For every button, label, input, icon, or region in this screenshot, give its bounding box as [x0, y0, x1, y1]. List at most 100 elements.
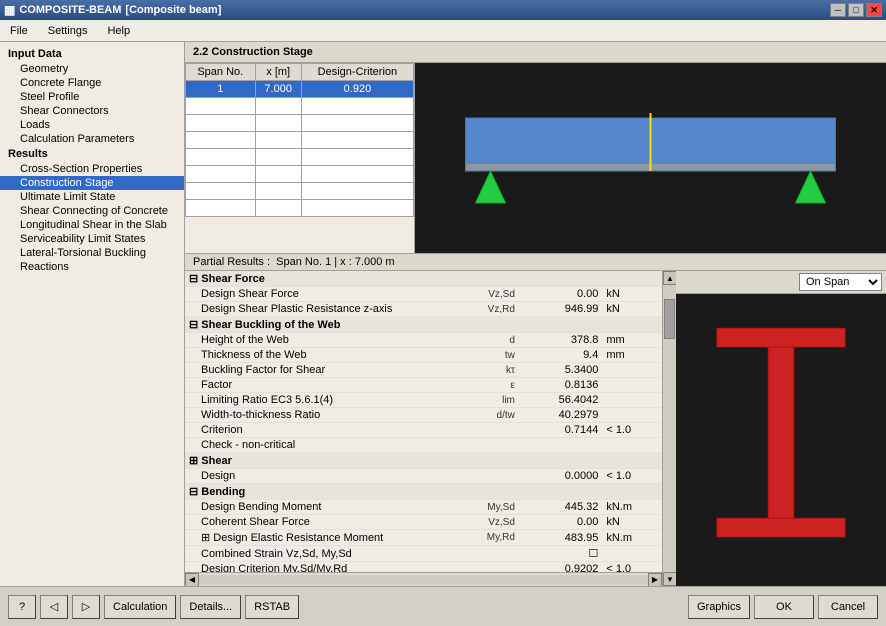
- unit-cell-5: mm: [602, 348, 662, 363]
- vertical-scrollbar[interactable]: ▲ ▼: [662, 271, 676, 586]
- symbol-cell-15: My,Sd: [447, 500, 519, 515]
- value-cell-2: 946.99: [519, 302, 602, 317]
- minimize-button[interactable]: ─: [830, 3, 846, 17]
- ok-button[interactable]: OK: [754, 595, 814, 619]
- scroll-thumb[interactable]: [664, 299, 675, 339]
- scroll-track-horizontal[interactable]: [199, 575, 648, 585]
- beam-visualization: [415, 63, 886, 253]
- menu-file[interactable]: File: [4, 23, 34, 39]
- horizontal-scrollbar[interactable]: ◀ ▶: [185, 572, 662, 586]
- sidebar-item-shear-connectors[interactable]: Shear Connectors: [0, 104, 184, 118]
- scroll-up-arrow[interactable]: ▲: [663, 271, 676, 285]
- on-span-dropdown[interactable]: On Span On Support: [799, 273, 882, 291]
- cell-span-no: 1: [186, 81, 256, 98]
- cancel-button[interactable]: Cancel: [818, 595, 878, 619]
- maximize-button[interactable]: □: [848, 3, 864, 17]
- sidebar-item-geometry[interactable]: Geometry: [0, 62, 184, 76]
- unit-cell-4: mm: [602, 333, 662, 348]
- partial-results-header: Partial Results : Span No. 1 | x : 7.000…: [185, 253, 886, 271]
- unit-cell-1: kN: [602, 287, 662, 302]
- unit-cell-6: [602, 363, 662, 378]
- sidebar-item-construction-stage[interactable]: Construction Stage: [0, 176, 184, 190]
- unit-cell-10: < 1.0: [602, 423, 662, 438]
- sidebar-item-shear-connecting[interactable]: Shear Connecting of Concrete: [0, 204, 184, 218]
- label-cell-11: Check - non-critical: [185, 438, 447, 453]
- unit-cell-18: [602, 546, 662, 562]
- label-cell-18: Combined Strain Vz,Sd, My,Sd: [185, 546, 447, 562]
- cell-criterion: 0.920: [301, 81, 413, 98]
- symbol-cell-10: [447, 423, 519, 438]
- symbol-cell-16: Vz,Sd: [447, 515, 519, 530]
- menu-settings[interactable]: Settings: [42, 23, 94, 39]
- content-area: Input Data Geometry Concrete Flange Stee…: [0, 42, 886, 586]
- help-button[interactable]: ?: [8, 595, 36, 619]
- result-row-10: Criterion 0.7144 < 1.0: [185, 423, 662, 438]
- symbol-cell-19: [447, 562, 519, 573]
- sidebar-item-steel-profile[interactable]: Steel Profile: [0, 90, 184, 104]
- sidebar-item-reactions[interactable]: Reactions: [0, 260, 184, 274]
- span-table: Span No. x [m] Design-Criterion 1 7.000 …: [185, 63, 415, 253]
- sidebar-item-cross-section[interactable]: Cross-Section Properties: [0, 162, 184, 176]
- footer: ? ◁ ▷ Calculation Details... RSTAB Graph…: [0, 586, 886, 626]
- value-cell-9: 40.2979: [519, 408, 602, 423]
- scroll-down-arrow[interactable]: ▼: [663, 572, 676, 586]
- table-row[interactable]: 1 7.000 0.920: [186, 81, 414, 98]
- title-bar: ▦ COMPOSITE-BEAM [Composite beam] ─ □ ✕: [0, 0, 886, 20]
- label-cell-6: Buckling Factor for Shear: [185, 363, 447, 378]
- input-section-header: Input Data: [0, 46, 184, 62]
- table-row-empty-4: [186, 149, 414, 166]
- close-button[interactable]: ✕: [866, 3, 882, 17]
- back-button[interactable]: ◁: [40, 595, 68, 619]
- value-cell-15: 445.32: [519, 500, 602, 515]
- app-window: ▦ COMPOSITE-BEAM [Composite beam] ─ □ ✕ …: [0, 0, 886, 626]
- sidebar-item-calc-params[interactable]: Calculation Parameters: [0, 132, 184, 146]
- window-title: [Composite beam]: [125, 4, 221, 16]
- forward-button[interactable]: ▷: [72, 595, 100, 619]
- app-icon: ▦: [4, 3, 15, 17]
- results-scroll-area[interactable]: ⊟ Shear Force Design Shear Force Vz,Sd 0…: [185, 271, 662, 572]
- rstab-button[interactable]: RSTAB: [245, 595, 299, 619]
- partial-results-span-info: Span No. 1 | x : 7.000 m: [276, 256, 394, 268]
- graphics-button[interactable]: Graphics: [688, 595, 750, 619]
- title-bar-controls: ─ □ ✕: [830, 3, 882, 17]
- symbol-cell-1: Vz,Sd: [447, 287, 519, 302]
- result-row-5: Thickness of the Web tw 9.4 mm: [185, 348, 662, 363]
- scroll-track-vertical[interactable]: [663, 285, 676, 572]
- menu-help[interactable]: Help: [101, 23, 136, 39]
- top-content: Span No. x [m] Design-Criterion 1 7.000 …: [185, 63, 886, 253]
- section-header-12[interactable]: ⊞ Shear: [185, 453, 662, 469]
- result-row-4: Height of the Web d 378.8 mm: [185, 333, 662, 348]
- result-row-6: Buckling Factor for Shear kτ 5.3400: [185, 363, 662, 378]
- section-header-0[interactable]: ⊟ Shear Force: [185, 271, 662, 287]
- symbol-cell-17: My,Rd: [447, 530, 519, 546]
- unit-cell-8: [602, 393, 662, 408]
- table-row-empty-6: [186, 183, 414, 200]
- main-content: Input Data Geometry Concrete Flange Stee…: [0, 42, 886, 626]
- sidebar-item-lateral-torsional[interactable]: Lateral-Torsional Buckling: [0, 246, 184, 260]
- symbol-cell-11: [447, 438, 519, 453]
- on-span-row: On Span On Support: [676, 271, 886, 294]
- results-inner: ⊟ Shear Force Design Shear Force Vz,Sd 0…: [185, 271, 662, 586]
- sidebar-item-loads[interactable]: Loads: [0, 118, 184, 132]
- section-header-3[interactable]: ⊟ Shear Buckling of the Web: [185, 317, 662, 333]
- section-title: 2.2 Construction Stage: [185, 42, 886, 63]
- sidebar-item-serviceability[interactable]: Serviceability Limit States: [0, 232, 184, 246]
- col-span-no: Span No.: [186, 64, 256, 81]
- scroll-left-arrow[interactable]: ◀: [185, 573, 199, 587]
- section-header-14[interactable]: ⊟ Bending: [185, 484, 662, 500]
- scroll-right-arrow[interactable]: ▶: [648, 573, 662, 587]
- label-cell-2: Design Shear Plastic Resistance z-axis: [185, 302, 447, 317]
- details-button[interactable]: Details...: [180, 595, 241, 619]
- value-cell-10: 0.7144: [519, 423, 602, 438]
- calculation-button[interactable]: Calculation: [104, 595, 176, 619]
- symbol-cell-6: kτ: [447, 363, 519, 378]
- value-cell-19: 0.9202: [519, 562, 602, 573]
- sidebar-item-longitudinal-shear[interactable]: Longitudinal Shear in the Slab: [0, 218, 184, 232]
- sidebar-item-ultimate-limit[interactable]: Ultimate Limit State: [0, 190, 184, 204]
- col-x: x [m]: [255, 64, 301, 81]
- label-cell-19: Design Criterion My,Sd/My,Rd: [185, 562, 447, 573]
- label-cell-8: Limiting Ratio EC3 5.6.1(4): [185, 393, 447, 408]
- sidebar-item-concrete-flange[interactable]: Concrete Flange: [0, 76, 184, 90]
- left-panel: Input Data Geometry Concrete Flange Stee…: [0, 42, 185, 586]
- table-row-empty-7: [186, 200, 414, 217]
